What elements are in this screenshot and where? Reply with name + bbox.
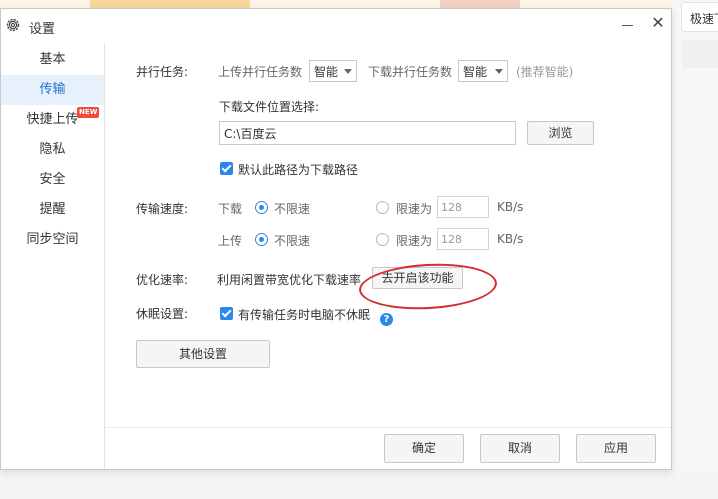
sidebar-item-security[interactable]: 安全 xyxy=(1,165,104,195)
background-app-footer xyxy=(0,470,718,499)
cancel-button[interactable]: 取消 xyxy=(480,434,560,463)
upload-limit-input[interactable] xyxy=(437,228,489,250)
download-location-label: 下载文件位置选择: xyxy=(219,100,320,114)
download-limit-input[interactable] xyxy=(437,196,489,218)
sidebar-item-label: 隐私 xyxy=(39,142,66,157)
gear-icon xyxy=(6,18,20,32)
sidebar-item-quick-upload[interactable]: 快捷上传 NEW xyxy=(1,105,104,135)
sidebar-item-reminder[interactable]: 提醒 xyxy=(1,195,104,225)
browse-button[interactable]: 浏览 xyxy=(527,121,594,145)
dialog-title: 设置 xyxy=(29,22,56,37)
footer-divider xyxy=(105,427,671,428)
settings-sidebar: 基本 传输 快捷上传 NEW 隐私 安全 提醒 同步空间 xyxy=(1,43,105,469)
sidebar-item-label: 同步空间 xyxy=(26,232,79,247)
default-path-checkbox[interactable] xyxy=(220,162,233,175)
title-bar: 设置 ✕ xyxy=(1,9,671,41)
background-banner xyxy=(90,0,250,8)
other-settings-button[interactable]: 其他设置 xyxy=(136,340,270,368)
default-path-label: 默认此路径为下载路径 xyxy=(238,163,359,177)
background-toolbar xyxy=(682,40,718,68)
background-app-panel xyxy=(672,0,718,499)
parallel-hint: (推荐智能) xyxy=(516,65,574,79)
download-parallel-label: 下载并行任务数 xyxy=(368,65,453,79)
sidebar-item-label: 基本 xyxy=(39,52,66,67)
upload-limit-radio[interactable] xyxy=(376,233,389,246)
background-tag xyxy=(440,0,520,8)
sidebar-item-privacy[interactable]: 隐私 xyxy=(1,135,104,165)
upload-limit-label: 限速为 xyxy=(396,234,433,248)
chevron-down-icon xyxy=(495,69,503,74)
minimize-icon[interactable] xyxy=(616,13,640,35)
optimize-description: 利用闲置带宽优化下载速率 xyxy=(217,273,362,287)
download-unit-label: KB/s xyxy=(497,200,524,214)
upload-parallel-label: 上传并行任务数 xyxy=(218,65,303,79)
upload-speed-label: 上传 xyxy=(218,234,243,248)
sidebar-item-label: 快捷上传 xyxy=(26,112,79,127)
sidebar-item-basic[interactable]: 基本 xyxy=(1,45,104,75)
upload-parallel-select[interactable]: 智能 xyxy=(309,60,357,82)
download-parallel-select[interactable]: 智能 xyxy=(458,60,508,82)
upload-unlimited-radio[interactable] xyxy=(255,233,268,246)
sleep-settings-label: 休眠设置: xyxy=(136,307,189,321)
settings-dialog: 设置 ✕ 基本 传输 快捷上传 NEW 隐私 安全 提醒 同步空间 并行任务: 上… xyxy=(0,8,672,470)
help-icon[interactable]: ? xyxy=(380,313,393,326)
select-value: 智能 xyxy=(314,65,339,79)
optimize-speed-label: 优化速率: xyxy=(136,273,189,287)
upload-unlimited-label: 不限速 xyxy=(274,234,311,248)
sidebar-item-sync-space[interactable]: 同步空间 xyxy=(1,225,104,255)
background-speed-button[interactable]: 极速下 xyxy=(681,2,718,32)
download-limit-radio[interactable] xyxy=(376,201,389,214)
download-speed-label: 下载 xyxy=(218,202,243,216)
download-path-input[interactable] xyxy=(219,121,516,145)
sidebar-item-label: 提醒 xyxy=(39,202,66,217)
new-badge: NEW xyxy=(77,107,100,118)
sidebar-item-label: 传输 xyxy=(39,82,66,97)
prevent-sleep-checkbox[interactable] xyxy=(220,307,233,320)
chevron-down-icon xyxy=(344,69,352,74)
parallel-tasks-label: 并行任务: xyxy=(136,65,189,79)
apply-button[interactable]: 应用 xyxy=(576,434,656,463)
sidebar-item-transfer[interactable]: 传输 xyxy=(1,75,104,105)
close-icon[interactable]: ✕ xyxy=(646,13,670,35)
prevent-sleep-label: 有传输任务时电脑不休眠 xyxy=(238,308,371,322)
download-unlimited-radio[interactable] xyxy=(255,201,268,214)
upload-unit-label: KB/s xyxy=(497,232,524,246)
select-value: 智能 xyxy=(463,65,488,79)
transfer-speed-label: 传输速度: xyxy=(136,202,189,216)
sidebar-item-label: 安全 xyxy=(39,172,66,187)
download-limit-label: 限速为 xyxy=(396,202,433,216)
ok-button[interactable]: 确定 xyxy=(384,434,464,463)
download-unlimited-label: 不限速 xyxy=(274,202,311,216)
